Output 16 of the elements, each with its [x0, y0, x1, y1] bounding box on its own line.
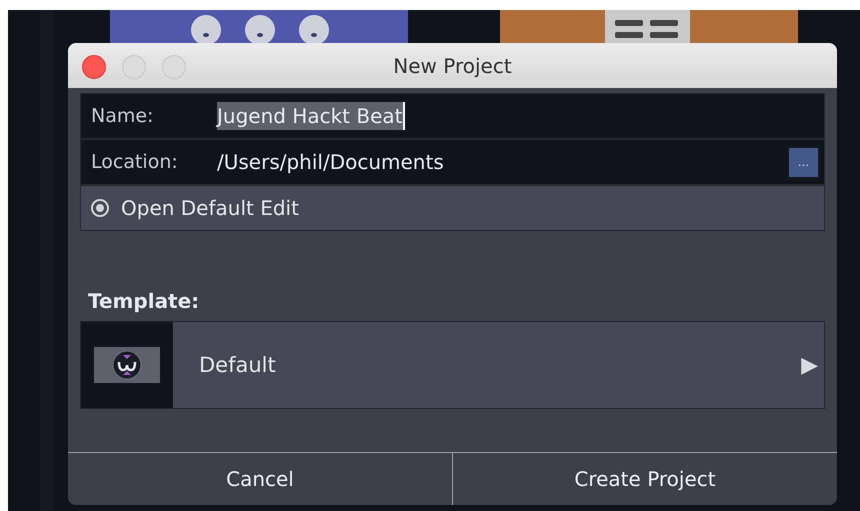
template-name: Default: [199, 353, 276, 377]
input-field[interactable]: Jugend Hackt Beat: [217, 102, 404, 130]
logo-icon: [94, 347, 160, 383]
template-item[interactable]: Default ▶: [80, 321, 825, 409]
field-label: Name:: [91, 105, 154, 127]
input-field[interactable]: /Users/phil/Documents: [217, 148, 444, 176]
field-label: Location:: [91, 151, 179, 173]
browse-button[interactable]: ...: [787, 146, 820, 178]
window-title: New Project: [393, 54, 512, 78]
create-button[interactable]: Create Project: [452, 453, 837, 505]
section-heading: Template:: [88, 289, 200, 313]
arrow-icon: ▶: [801, 352, 818, 378]
option-label: Open Default Edit: [121, 196, 299, 220]
radio-button[interactable]: [91, 199, 109, 217]
close-button[interactable]: [82, 55, 106, 79]
option-row[interactable]: Open Default Edit: [80, 185, 825, 231]
